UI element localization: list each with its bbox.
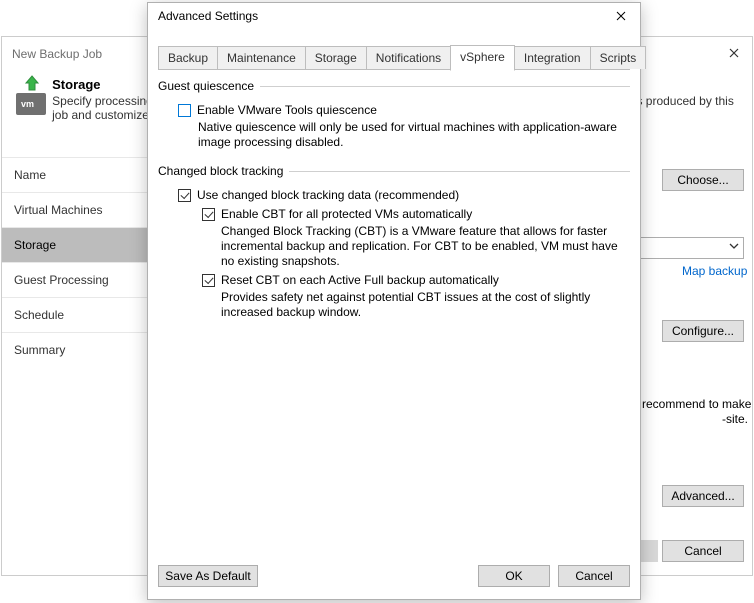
wizard-title: New Backup Job [12,47,102,61]
advanced-button[interactable]: Advanced... [662,485,744,507]
tab-integration[interactable]: Integration [514,46,591,69]
nav-name[interactable]: Name [2,157,157,192]
map-backup-link[interactable]: Map backup [682,264,747,278]
close-icon [729,48,739,58]
dialog-close-button[interactable] [604,5,638,27]
label-use-cbt: Use changed block tracking data (recomme… [197,188,459,203]
text-fragment-1: recommend to make [642,397,751,411]
tab-strip: Backup Maintenance Storage Notifications… [158,45,630,70]
desc-enable-quiescence: Native quiescence will only be used for … [198,120,630,150]
cancel-button[interactable]: Cancel [558,565,630,587]
save-default-button[interactable]: Save As Default [158,565,258,587]
chevron-down-icon [729,241,739,251]
label-reset-cbt: Reset CBT on each Active Full backup aut… [221,273,499,288]
tab-storage[interactable]: Storage [305,46,367,69]
checkbox-enable-quiescence[interactable] [178,104,191,117]
wizard-cancel-button[interactable]: Cancel [662,540,744,562]
checkbox-use-cbt[interactable] [178,189,191,202]
group-cbt: Changed block tracking Use changed block… [158,164,630,324]
tab-backup[interactable]: Backup [158,46,218,69]
tab-maintenance[interactable]: Maintenance [217,46,306,69]
ok-button[interactable]: OK [478,565,550,587]
tab-vsphere[interactable]: vSphere [450,45,515,71]
dialog-footer: Save As Default Cancel OK [158,565,630,589]
wizard-close-button[interactable] [724,43,744,63]
label-enable-quiescence: Enable VMware Tools quiescence [197,103,377,118]
legend-cbt: Changed block tracking [158,164,289,178]
tab-body: Guest quiescence Enable VMware Tools qui… [158,69,630,557]
legend-guest: Guest quiescence [158,79,260,93]
wizard-nav: Name Virtual Machines Storage Guest Proc… [2,157,157,575]
nav-virtual-machines[interactable]: Virtual Machines [2,192,157,227]
text-fragment-2: -site. [722,412,748,426]
checkbox-enable-cbt-auto[interactable] [202,208,215,221]
storage-icon: vm [12,77,42,119]
choose-button[interactable]: Choose... [662,169,744,191]
nav-guest-processing[interactable]: Guest Processing [2,262,157,297]
advanced-settings-dialog: Advanced Settings Backup Maintenance Sto… [147,2,641,600]
tab-notifications[interactable]: Notifications [366,46,451,69]
nav-summary[interactable]: Summary [2,332,157,367]
checkbox-reset-cbt[interactable] [202,274,215,287]
desc-reset-cbt: Provides safety net against potential CB… [221,290,630,320]
group-guest-quiescence: Guest quiescence Enable VMware Tools qui… [158,79,630,154]
dialog-title: Advanced Settings [158,9,258,23]
tab-scripts[interactable]: Scripts [590,46,647,69]
configure-button[interactable]: Configure... [662,320,744,342]
close-icon [616,11,626,21]
nav-schedule[interactable]: Schedule [2,297,157,332]
desc-enable-cbt-auto: Changed Block Tracking (CBT) is a VMware… [221,224,630,269]
label-enable-cbt-auto: Enable CBT for all protected VMs automat… [221,207,472,222]
nav-storage[interactable]: Storage [2,227,157,262]
